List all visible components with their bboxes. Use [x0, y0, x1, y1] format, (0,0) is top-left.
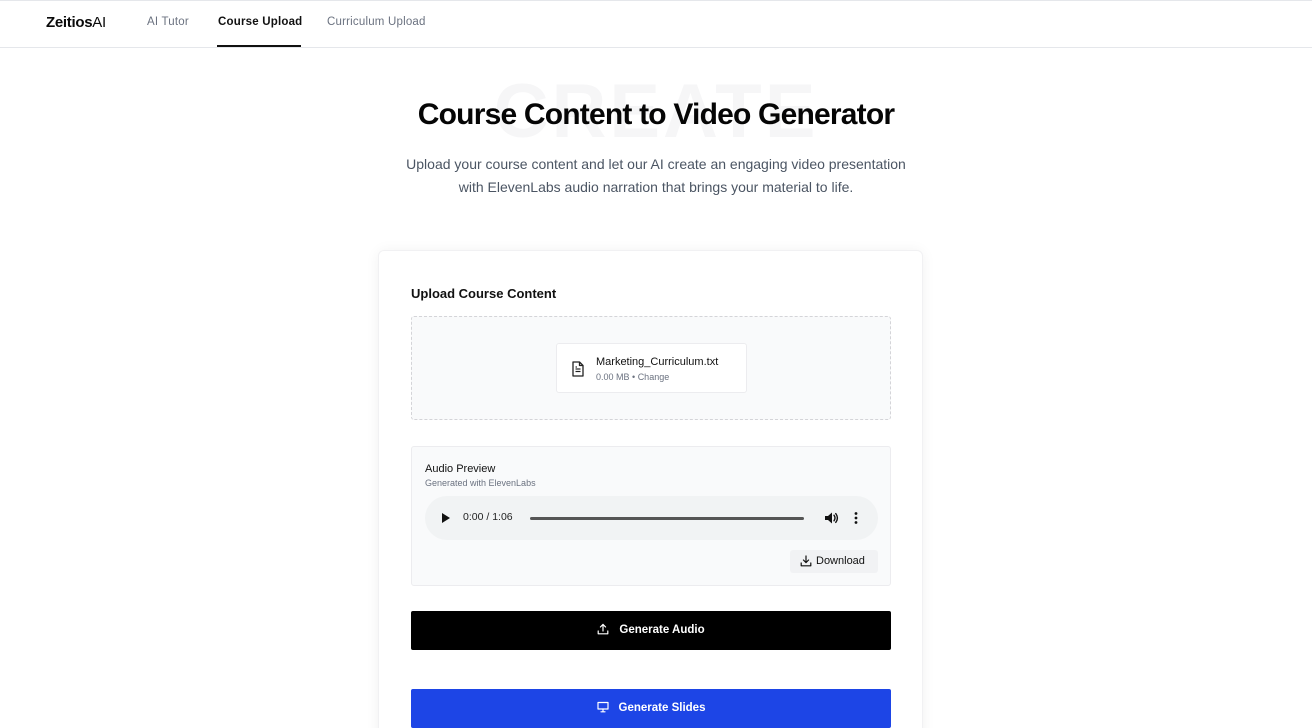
- change-file-link[interactable]: Change: [638, 372, 670, 382]
- file-name: Marketing_Curriculum.txt: [596, 356, 719, 368]
- audio-player: 0:00 / 1:06: [425, 496, 878, 540]
- generate-slides-button[interactable]: Generate Slides: [411, 689, 891, 728]
- page-subtitle-line-2: with ElevenLabs audio narration that bri…: [458, 179, 854, 195]
- audio-progress-track[interactable]: [530, 517, 804, 520]
- brand-logo[interactable]: ZeitiosAI: [46, 14, 106, 31]
- play-icon[interactable]: [442, 513, 450, 523]
- page-title: Course Content to Video Generator: [417, 98, 895, 131]
- presentation-icon: [596, 701, 609, 713]
- upload-section-title: Upload Course Content: [411, 286, 557, 301]
- tab-course-upload[interactable]: Course Upload: [218, 16, 302, 28]
- generate-audio-button[interactable]: Generate Audio: [411, 611, 891, 650]
- more-options-icon[interactable]: [851, 510, 861, 526]
- file-meta: 0.00 MB • Change: [596, 372, 669, 382]
- top-navigation: ZeitiosAI AI Tutor Course Upload Curricu…: [0, 0, 1312, 48]
- tab-curriculum-upload[interactable]: Curriculum Upload: [327, 16, 426, 28]
- file-size: 0.00 MB: [596, 372, 630, 382]
- generate-audio-label: Generate Audio: [619, 624, 705, 636]
- generate-slides-label: Generate Slides: [618, 702, 706, 714]
- generate-slides-button-content: Generate Slides: [411, 701, 891, 714]
- generate-audio-button-content: Generate Audio: [411, 623, 891, 636]
- audio-time-display: 0:00 / 1:06: [463, 511, 513, 523]
- file-dropzone[interactable]: Marketing_Curriculum.txt 0.00 MB • Chang…: [411, 316, 891, 420]
- uploaded-file-chip: Marketing_Curriculum.txt 0.00 MB • Chang…: [556, 343, 747, 393]
- audio-preview-title: Audio Preview: [425, 463, 496, 475]
- page-subtitle: Upload your course content and let our A…: [356, 153, 956, 199]
- page-subtitle-line-1: Upload your course content and let our A…: [406, 156, 906, 172]
- brand-name-bold: Zeitios: [46, 14, 93, 31]
- audio-preview-panel: Audio Preview Generated with ElevenLabs …: [411, 446, 891, 586]
- download-audio-button[interactable]: Download: [790, 550, 878, 573]
- active-tab-indicator: [217, 45, 301, 47]
- brand-name-light: AI: [92, 14, 106, 31]
- download-icon: [800, 555, 812, 567]
- upload-icon: [597, 623, 609, 635]
- upload-card: Upload Course Content Marketing_Curricul…: [378, 250, 923, 728]
- download-label: Download: [816, 555, 865, 567]
- file-text-icon: [572, 361, 584, 377]
- file-meta-separator: •: [629, 372, 638, 382]
- tab-ai-tutor[interactable]: AI Tutor: [147, 16, 189, 28]
- volume-icon[interactable]: [823, 510, 839, 526]
- audio-preview-subtitle: Generated with ElevenLabs: [425, 478, 536, 488]
